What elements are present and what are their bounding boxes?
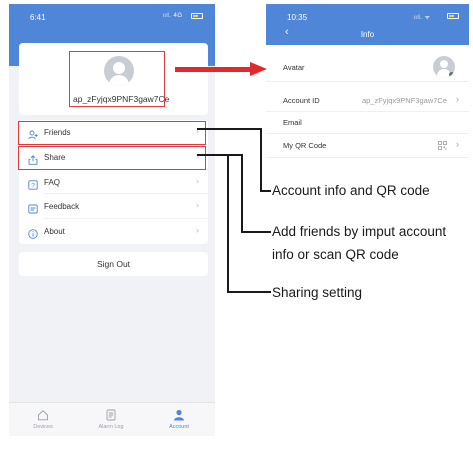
tab-account[interactable]: Account	[145, 405, 213, 435]
account-id-label: Account ID	[283, 96, 320, 105]
chevron-right-icon: ›	[456, 94, 459, 104]
menu-item-about[interactable]: About ›	[19, 219, 208, 244]
connector-line-friends	[197, 128, 261, 130]
connector-line-sharing	[227, 154, 229, 292]
avatar[interactable]	[433, 56, 455, 78]
qr-code-icon	[438, 141, 447, 152]
question-icon: ?	[28, 177, 38, 190]
menu-label-faq: FAQ	[44, 177, 61, 187]
connector-line-share	[197, 154, 242, 156]
status-bar: 6:41 ııl. 4G	[9, 4, 215, 26]
chevron-right-icon: ›	[196, 225, 199, 236]
callout-add-friends-line2: info or scan QR code	[272, 247, 399, 262]
connector-line-sharing	[227, 291, 271, 293]
highlight-box-share	[18, 146, 206, 170]
signal-indicator: ııl. 4G	[163, 13, 183, 19]
battery-icon	[447, 13, 459, 19]
row-account-id[interactable]: Account ID ap_zFyjqx9PNF3gaw7Ce ›	[266, 90, 469, 112]
menu-label-feedback: Feedback	[44, 202, 80, 212]
tab-alarm-log[interactable]: Alarm Log	[77, 405, 145, 435]
battery-icon	[191, 13, 203, 19]
info-icon	[28, 226, 38, 239]
tab-label-account: Account	[169, 424, 189, 430]
svg-text:?: ?	[31, 182, 35, 189]
menu-label-about: About	[44, 227, 65, 237]
red-arrow-head	[250, 62, 267, 76]
menu-item-feedback[interactable]: Feedback ›	[19, 194, 208, 220]
sign-out-button[interactable]: Sign Out	[19, 252, 208, 276]
email-label: Email	[283, 118, 302, 127]
info-screen: 10:35 ııl. ᯤ ‹ Info Avatar Account ID ap…	[266, 4, 469, 160]
tab-label-devices: Devices	[33, 424, 53, 430]
connector-line-friends	[260, 128, 262, 191]
status-time: 10:35	[287, 13, 308, 22]
row-email[interactable]: Email	[266, 112, 469, 134]
status-time: 6:41	[30, 13, 46, 22]
callout-sharing: Sharing setting	[272, 285, 363, 300]
callout-account-info: Account info and QR code	[272, 183, 430, 198]
chevron-right-icon: ›	[456, 139, 459, 149]
red-arrow	[175, 67, 252, 72]
profile-card[interactable]: ap_zFyjqx9PNF3gaw7Ce	[19, 43, 208, 115]
chevron-right-icon: ›	[196, 200, 199, 211]
tab-label-alarm-log: Alarm Log	[98, 424, 124, 430]
feedback-icon	[28, 201, 38, 214]
home-icon	[37, 408, 49, 421]
highlight-box-friends	[18, 121, 206, 145]
connector-line-friends	[260, 190, 271, 192]
tab-devices[interactable]: Devices	[9, 405, 77, 435]
stage: 6:41 ııl. 4G ap_zFyjqx9PNF3gaw7Ce Friend…	[0, 0, 473, 449]
person-icon	[173, 408, 185, 421]
signal-indicator: ııl. ᯤ	[414, 15, 431, 21]
document-icon	[105, 408, 117, 421]
account-id-value: ap_zFyjqx9PNF3gaw7Ce	[361, 96, 447, 105]
connector-line-share	[241, 231, 271, 233]
connector-line-share	[241, 154, 243, 232]
qr-code-label: My QR Code	[283, 141, 327, 150]
row-qr-code[interactable]: My QR Code ›	[266, 134, 469, 158]
callout-add-friends-line1: Add friends by imput account	[272, 224, 447, 239]
bottom-tab-bar: Devices Alarm Log Account	[9, 402, 215, 436]
highlight-box-profile	[69, 51, 165, 107]
page-title: Info	[360, 30, 375, 39]
avatar-label: Avatar	[283, 63, 305, 72]
camera-badge-icon	[449, 72, 454, 77]
chevron-right-icon: ›	[196, 175, 199, 186]
row-avatar[interactable]: Avatar	[266, 52, 469, 82]
menu-item-faq[interactable]: ? FAQ ›	[19, 170, 208, 195]
